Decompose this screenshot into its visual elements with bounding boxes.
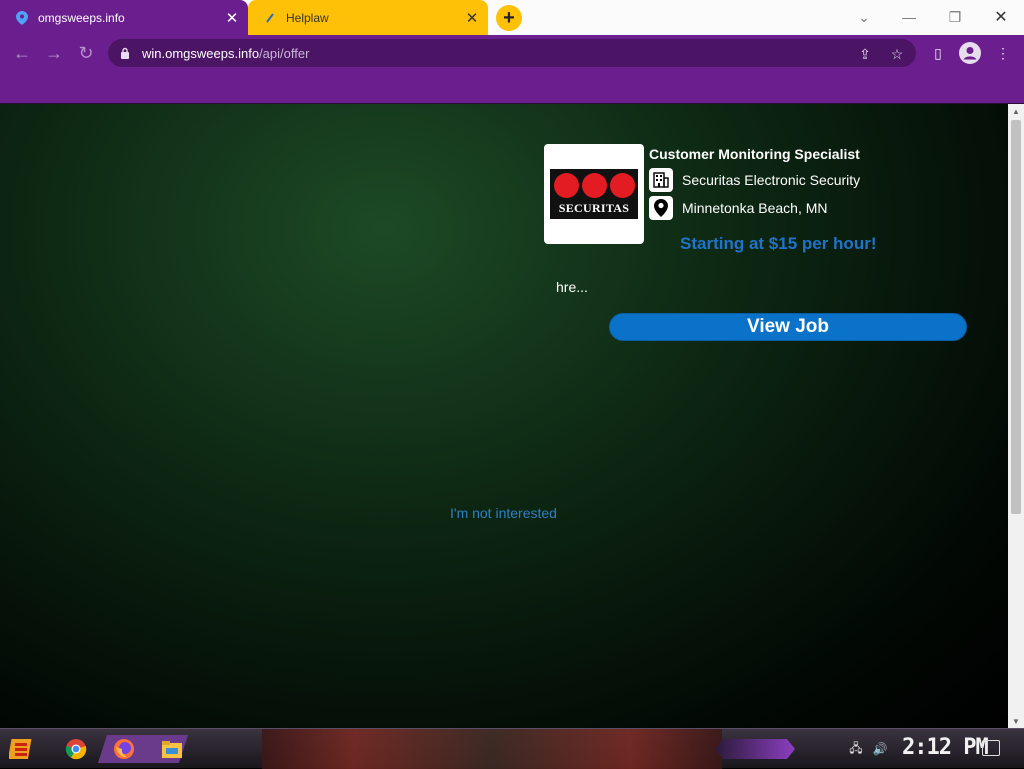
scroll-up-arrow-icon[interactable]: ▲ xyxy=(1008,104,1024,118)
taskbar-wallpaper-strip xyxy=(262,729,722,769)
window-close-button[interactable]: ✕ xyxy=(983,4,1019,30)
tab-strip: omgsweeps.info ✕ Helplaw ✕ + ⌄ — ❐ ✕ xyxy=(0,0,1024,35)
job-snippet: hre... xyxy=(556,279,588,295)
feather-icon xyxy=(262,10,278,26)
company-row: Securitas Electronic Security xyxy=(649,168,860,192)
volume-icon[interactable]: 🔊 xyxy=(872,741,888,757)
forward-button[interactable]: → xyxy=(40,39,68,67)
network-icon[interactable]: 🖧 xyxy=(848,741,864,757)
close-icon[interactable]: ✕ xyxy=(222,8,242,28)
building-icon xyxy=(649,168,673,192)
chrome-taskbar-icon[interactable] xyxy=(60,734,92,764)
back-button[interactable]: ← xyxy=(8,39,36,67)
tab-helplaw[interactable]: Helplaw ✕ xyxy=(248,0,488,35)
location-pin-icon xyxy=(649,196,673,220)
firefox-taskbar-icon[interactable] xyxy=(108,734,140,764)
notification-icon[interactable] xyxy=(982,740,1000,756)
location-row: Minnetonka Beach, MN xyxy=(649,196,828,220)
tab-omgsweeps[interactable]: omgsweeps.info ✕ xyxy=(0,0,248,35)
company-name: Securitas Electronic Security xyxy=(682,172,861,188)
menu-icon[interactable]: ⋮ xyxy=(990,40,1016,66)
page-content: SECURITAS Customer Monitoring Specialist… xyxy=(0,104,1008,728)
scroll-thumb[interactable] xyxy=(1011,120,1021,514)
address-bar[interactable]: win.omgsweeps.info/api/offer ⇪ ☆ xyxy=(108,39,916,67)
tab-title: Helplaw xyxy=(286,10,329,25)
profile-avatar[interactable] xyxy=(957,40,983,66)
new-tab-button[interactable]: + xyxy=(496,5,522,31)
lock-icon[interactable] xyxy=(118,46,132,60)
bookmarks-bar xyxy=(0,71,1024,104)
job-title: Customer Monitoring Specialist xyxy=(649,146,860,162)
not-interested-link[interactable]: I'm not interested xyxy=(450,505,557,521)
file-explorer-taskbar-icon[interactable] xyxy=(156,734,188,764)
star-icon[interactable]: ☆ xyxy=(886,43,908,65)
logo-text: SECURITAS xyxy=(558,200,630,215)
browser-toolbar: ← → ↻ win.omgsweeps.info/api/offer ⇪ ☆ ▯… xyxy=(0,35,1024,71)
view-job-button[interactable]: View Job xyxy=(609,313,967,341)
restore-button[interactable]: ❐ xyxy=(937,4,973,30)
close-icon[interactable]: ✕ xyxy=(462,8,482,28)
url-host: win.omgsweeps.info xyxy=(142,45,260,61)
start-button[interactable] xyxy=(6,734,38,764)
share-icon[interactable]: ⇪ xyxy=(854,43,876,65)
taskbar-decoration xyxy=(715,739,795,759)
company-logo: SECURITAS xyxy=(544,144,644,244)
taskbar-clock[interactable]: 2:12 PM xyxy=(902,735,989,760)
tab-title: omgsweeps.info xyxy=(38,10,125,25)
pay-rate: Starting at $15 per hour! xyxy=(680,234,877,253)
scroll-down-arrow-icon[interactable]: ▼ xyxy=(1008,714,1024,728)
securitas-logo: SECURITAS xyxy=(550,169,638,219)
url-text: win.omgsweeps.info/api/offer xyxy=(142,46,309,61)
logo-dots xyxy=(553,172,635,198)
minimize-button[interactable]: — xyxy=(891,4,927,30)
taskbar: 🖧 🔊 2:12 PM xyxy=(0,728,1024,769)
location-pin-icon xyxy=(14,10,30,26)
job-location: Minnetonka Beach, MN xyxy=(682,200,828,216)
side-panel-icon[interactable]: ▯ xyxy=(925,40,951,66)
tab-search-icon[interactable]: ⌄ xyxy=(846,4,882,30)
url-path: /api/offer xyxy=(259,45,310,61)
reload-button[interactable]: ↻ xyxy=(72,39,100,67)
page-scrollbar[interactable]: ▲ ▼ xyxy=(1008,104,1024,728)
